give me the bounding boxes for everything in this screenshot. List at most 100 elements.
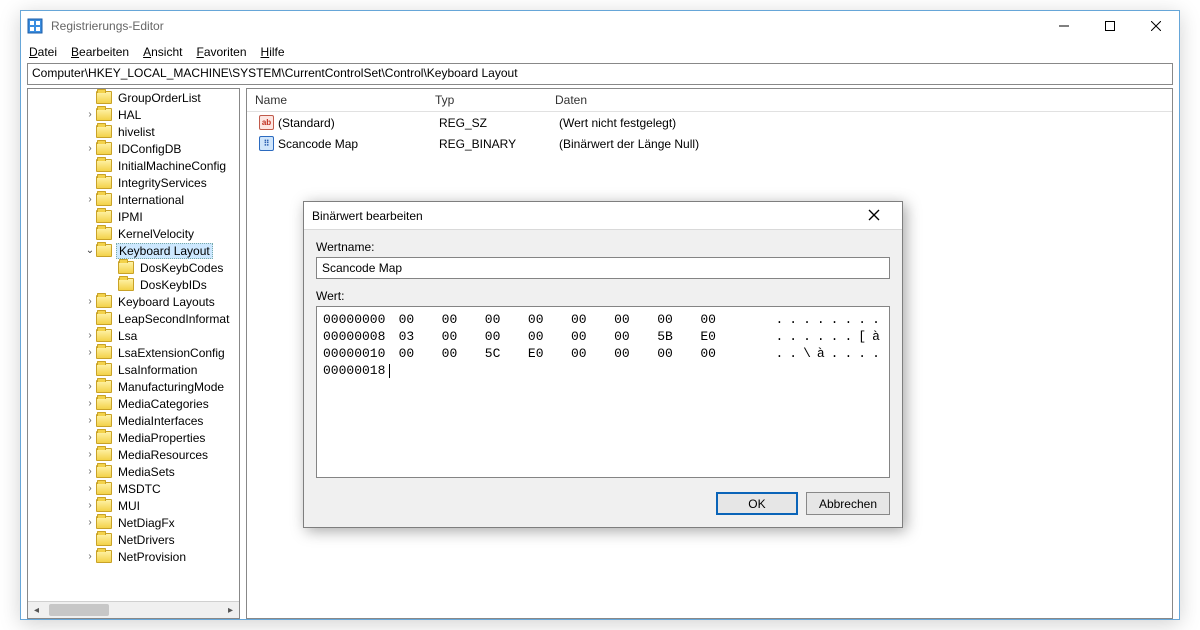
menu-fav[interactable]: Favoriten: [196, 45, 246, 59]
menu-edit[interactable]: Bearbeiten: [71, 45, 129, 59]
hex-byte[interactable]: 00: [442, 328, 485, 345]
tree-item[interactable]: ›MediaResources: [28, 446, 239, 463]
hex-byte[interactable]: 00: [528, 328, 571, 345]
tree-item[interactable]: ›IPMI: [28, 208, 239, 225]
hex-ascii[interactable]: .: [773, 311, 787, 328]
hex-byte[interactable]: 00: [442, 311, 485, 328]
hex-ascii[interactable]: [786, 362, 800, 379]
chevron-right-icon[interactable]: ›: [84, 415, 96, 426]
menu-view[interactable]: Ansicht: [143, 45, 182, 59]
hex-ascii[interactable]: .: [773, 328, 787, 345]
chevron-down-icon[interactable]: ⌄: [84, 245, 96, 256]
hex-byte[interactable]: [485, 362, 528, 379]
hex-ascii[interactable]: .: [786, 311, 800, 328]
hex-byte[interactable]: 00: [571, 345, 614, 362]
tree-item[interactable]: ›International: [28, 191, 239, 208]
chevron-right-icon[interactable]: ›: [84, 398, 96, 409]
tree-item[interactable]: ›ManufacturingMode: [28, 378, 239, 395]
tree-item[interactable]: ›IDConfigDB: [28, 140, 239, 157]
hex-byte[interactable]: 00: [485, 311, 528, 328]
hex-byte[interactable]: 00: [657, 311, 700, 328]
hex-ascii[interactable]: à: [814, 345, 828, 362]
hex-ascii[interactable]: .: [841, 328, 855, 345]
scroll-right-button[interactable]: ▸: [222, 602, 239, 619]
hex-ascii[interactable]: .: [800, 328, 814, 345]
chevron-right-icon[interactable]: ›: [84, 551, 96, 562]
hex-byte[interactable]: 00: [700, 345, 743, 362]
chevron-right-icon[interactable]: ›: [84, 330, 96, 341]
hex-byte[interactable]: 00: [485, 328, 528, 345]
hex-ascii[interactable]: .: [869, 345, 883, 362]
hex-ascii[interactable]: [773, 362, 787, 379]
ok-button[interactable]: OK: [716, 492, 798, 515]
chevron-right-icon[interactable]: ›: [84, 466, 96, 477]
hex-byte[interactable]: [614, 362, 657, 379]
hex-byte[interactable]: 00: [614, 345, 657, 362]
tree-item[interactable]: ›GroupOrderList: [28, 89, 239, 106]
maximize-button[interactable]: [1087, 11, 1133, 41]
tree-item[interactable]: ›HAL: [28, 106, 239, 123]
tree-item[interactable]: ›NetProvision: [28, 548, 239, 565]
hex-ascii[interactable]: .: [841, 345, 855, 362]
hex-byte[interactable]: [657, 362, 700, 379]
hex-byte[interactable]: 03: [399, 328, 442, 345]
chevron-right-icon[interactable]: ›: [84, 432, 96, 443]
list-row[interactable]: ⠿Scancode MapREG_BINARY(Binärwert der Lä…: [247, 133, 1172, 154]
tree-item[interactable]: ›LsaInformation: [28, 361, 239, 378]
chevron-right-icon[interactable]: ›: [84, 143, 96, 154]
horizontal-scrollbar[interactable]: ◂ ▸: [28, 601, 239, 618]
hex-ascii[interactable]: [855, 362, 869, 379]
hex-byte[interactable]: [399, 362, 442, 379]
list-body[interactable]: ab(Standard)REG_SZ(Wert nicht festgelegt…: [247, 112, 1172, 154]
hex-ascii[interactable]: à: [869, 328, 883, 345]
hex-byte[interactable]: 00: [528, 311, 571, 328]
hex-ascii[interactable]: .: [869, 311, 883, 328]
hex-byte[interactable]: 00: [399, 311, 442, 328]
tree-item[interactable]: ›KernelVelocity: [28, 225, 239, 242]
tree-item[interactable]: ›MUI: [28, 497, 239, 514]
hex-ascii[interactable]: .: [800, 311, 814, 328]
tree-item[interactable]: ›MSDTC: [28, 480, 239, 497]
tree-item[interactable]: ›LeapSecondInformat: [28, 310, 239, 327]
scroll-left-button[interactable]: ◂: [28, 602, 45, 619]
tree-item[interactable]: ⌄Keyboard Layout: [28, 242, 239, 259]
dialog-close-button[interactable]: [854, 208, 894, 224]
hex-byte[interactable]: 00: [399, 345, 442, 362]
tree-item[interactable]: ›MediaInterfaces: [28, 412, 239, 429]
hex-ascii[interactable]: .: [786, 345, 800, 362]
hex-byte[interactable]: 00: [442, 345, 485, 362]
hex-ascii[interactable]: .: [828, 311, 842, 328]
hex-ascii[interactable]: .: [773, 345, 787, 362]
menu-file[interactable]: Datei: [29, 45, 57, 59]
address-bar[interactable]: Computer\HKEY_LOCAL_MACHINE\SYSTEM\Curre…: [27, 63, 1173, 85]
tree-item[interactable]: ›Lsa: [28, 327, 239, 344]
hex-byte[interactable]: 00: [657, 345, 700, 362]
tree-item[interactable]: ›LsaExtensionConfig: [28, 344, 239, 361]
tree-item[interactable]: ›MediaCategories: [28, 395, 239, 412]
tree-item[interactable]: ›Keyboard Layouts: [28, 293, 239, 310]
chevron-right-icon[interactable]: ›: [84, 296, 96, 307]
tree-view[interactable]: ›GroupOrderList›HAL›hivelist›IDConfigDB›…: [28, 89, 239, 601]
tree-item[interactable]: ›DosKeybIDs: [28, 276, 239, 293]
chevron-right-icon[interactable]: ›: [84, 483, 96, 494]
chevron-right-icon[interactable]: ›: [84, 109, 96, 120]
hex-ascii[interactable]: .: [828, 328, 842, 345]
hex-ascii[interactable]: [: [855, 328, 869, 345]
hex-ascii[interactable]: .: [814, 328, 828, 345]
hex-byte[interactable]: [700, 362, 743, 379]
tree-item[interactable]: ›hivelist: [28, 123, 239, 140]
hex-editor[interactable]: 000000000000000000000000........00000008…: [316, 306, 890, 478]
hex-byte[interactable]: [571, 362, 614, 379]
hex-ascii[interactable]: .: [786, 328, 800, 345]
menu-help[interactable]: Hilfe: [261, 45, 285, 59]
hex-ascii[interactable]: .: [828, 345, 842, 362]
hex-byte[interactable]: 00: [571, 328, 614, 345]
hex-byte[interactable]: 00: [614, 328, 657, 345]
hex-ascii[interactable]: .: [814, 311, 828, 328]
cancel-button[interactable]: Abbrechen: [806, 492, 890, 515]
close-button[interactable]: [1133, 11, 1179, 41]
hex-byte[interactable]: [528, 362, 571, 379]
chevron-right-icon[interactable]: ›: [84, 347, 96, 358]
hex-ascii[interactable]: .: [855, 345, 869, 362]
hex-ascii[interactable]: [800, 362, 814, 379]
